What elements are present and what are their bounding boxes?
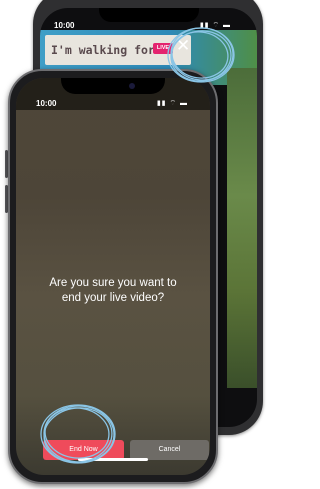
front-status-icons: ▮▮ ⌔ ▬	[156, 100, 188, 107]
camera-icon	[129, 83, 135, 89]
back-phone-notch	[98, 8, 199, 22]
live-video-trees	[227, 68, 257, 388]
prompt-line-2: end your live video?	[61, 292, 165, 304]
end-live-prompt: Are you sure you want to end your live v…	[16, 276, 210, 306]
highlight-circle-icon	[40, 404, 116, 464]
front-phone-notch	[61, 78, 165, 94]
cancel-button[interactable]: Cancel	[130, 440, 209, 460]
highlight-circle-icon	[167, 27, 235, 83]
back-status-time: 10:00	[54, 21, 75, 30]
front-status-time: 10:00	[36, 99, 57, 108]
prompt-line-1: Are you sure you want to	[49, 277, 177, 289]
